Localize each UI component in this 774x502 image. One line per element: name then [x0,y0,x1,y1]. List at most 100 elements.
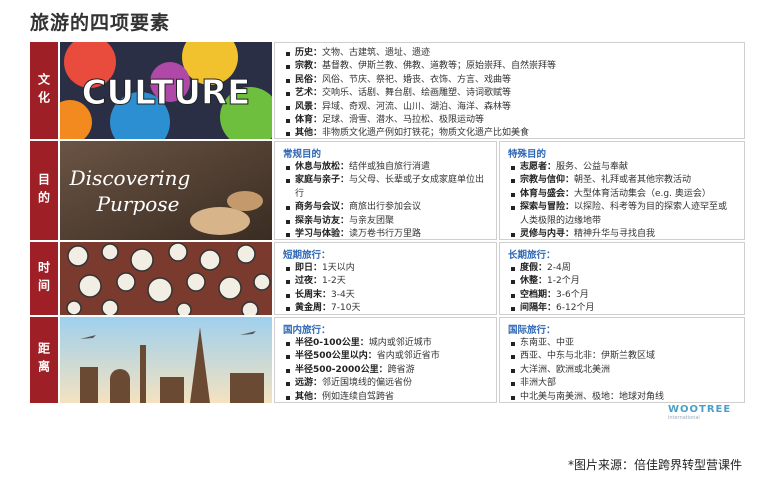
item-key: 商务与会议： [295,202,350,213]
item-value: 朝圣、礼拜或者其他宗教活动 [574,175,692,186]
item-key: 历史： [295,48,323,58]
item-key: 度假： [520,263,548,273]
list-item: 间隔年：6-12个月 [511,302,736,315]
list-item: 家庭与亲子：与父母、长辈或子女成家庭单位出行 [286,174,488,201]
list-item: 半径500-2000公里：跨省游 [286,364,488,377]
row-label-purpose: 目的 [30,141,58,240]
item-key: 半径500-2000公里： [295,364,388,375]
item-key: 过夜： [295,276,323,287]
list-item: 历史：文物、古建筑、遗址、遗迹 [286,47,736,60]
list-item: 黄金周：7-10天 [286,302,488,315]
item-value: 大型体育活动集会（e.g. 奥运会） [574,188,711,199]
list-item: 风景：异域、奇观、河流、山川、湖泊、海洋、森林等 [286,101,736,114]
list-item: 其他：非物质文化遗产例如打铁花；物质文化遗产比如美食 [286,127,736,140]
purpose-left-title: 常规目的 [283,149,322,160]
item-value: 1-2个月 [547,276,580,287]
list-item: 探亲与访友：与亲友团聚 [286,215,488,228]
list-item: 空档期：3-6个月 [511,289,736,302]
list-item: 即日：1天以内 [286,262,488,275]
list-item: 体育：足球、滑雪、潜水、马拉松、极限运动等 [286,114,736,127]
item-key: 灵修与内寻： [520,229,575,240]
page-title: 旅游的四项要素 [30,12,171,34]
item-value: 非洲大部 [520,378,557,389]
item-value: 风俗、节庆、祭祀、婚丧、衣饰、方言、戏曲等 [322,74,512,85]
item-key: 半径0-100公里： [295,338,369,348]
item-key: 其他： [295,391,323,402]
time-left-list: 即日：1天以内 过夜：1-2天 长周末：3-4天 黄金周：7-10天 [283,262,488,316]
item-key: 探亲与访友： [295,215,350,226]
list-item: 宗教与信仰：朝圣、礼拜或者其他宗教活动 [511,174,736,187]
distance-photo [60,317,272,403]
item-value: 邻近国境线的偏远省份 [322,378,413,389]
logo-sub: international [668,415,700,421]
item-key: 风景： [295,101,323,112]
purpose-left-box: 常规目的 休息与放松：结伴或独自旅行消遣 家庭与亲子：与父母、长辈或子女成家庭单位… [274,141,497,240]
list-item: 探索与冒险：以探险、科考等为目的探索人迹罕至或人类极限的边缘地带 [511,201,736,228]
item-value: 7-10天 [331,303,361,314]
row-distance: 距离 国内旅行： 半径0-100公里：城内或邻近城市半径500公里以内：省内或 [30,317,745,403]
list-item: 民俗：风俗、节庆、祭祀、婚丧、衣饰、方言、戏曲等 [286,74,736,87]
row-culture: 文化 CULTURE 历史：文物、古建筑、遗址、遗迹 宗教：基督教、伊斯兰教、佛教… [30,42,745,139]
list-item: 度假：2-4周 [511,262,736,275]
distance-left-title: 国内旅行： [283,325,331,336]
culture-photo: CULTURE [60,42,272,139]
list-item: 灵修与内寻：精神升华与寻找自我 [511,228,736,241]
item-key: 学习与体验： [295,229,350,240]
row-time: 时间 短期旅行： 即日：1天以内 过夜：1-2天 长周末：3-4天 黄金周：7-10天… [30,242,745,315]
culture-word: CULTURE [82,73,251,113]
list-item: 西亚、中东与北非：伊斯兰教区域 [511,350,736,363]
item-value: 1天以内 [322,263,355,273]
time-right-list: 度假：2-4周 休整：1-2个月 空档期：3-6个月 间隔年：6-12个月 [508,262,736,316]
wootree-logo: WOOTREE international [668,404,731,421]
list-item: 宗教：基督教、伊斯兰教、佛教、道教等；原始崇拜、自然崇拜等 [286,60,736,73]
distance-left-list: 半径0-100公里：城内或邻近城市半径500公里以内：省内或邻近省市 半径500-… [283,337,488,404]
list-item: 长周末：3-4天 [286,289,488,302]
distance-right-list: 东南亚、中亚 西亚、中东与北非：伊斯兰教区域 大洋洲、欧洲或北美洲 非洲大部 中北美与南… [508,337,736,404]
list-item: 学习与体验：读万卷书行万里路 [286,228,488,241]
list-item: 商务与会议：商旅出行参加会议 [286,201,488,214]
item-value: 足球、滑雪、潜水、马拉松、极限运动等 [322,115,485,126]
list-item: 休息与放松：结伴或独自旅行消遣 [286,161,488,174]
purpose-left-list: 休息与放松：结伴或独自旅行消遣 家庭与亲子：与父母、长辈或子女成家庭单位出行 商务与… [283,161,488,241]
item-key: 艺术： [295,88,323,99]
item-key: 空档期： [520,289,557,300]
item-key: 长周末： [295,289,332,300]
distance-right-title: 国际旅行： [508,325,556,336]
item-value: 异域、奇观、河流、山川、湖泊、海洋、森林等 [322,101,512,112]
item-value: 省内或邻近省市 [376,351,440,362]
culture-list: 历史：文物、古建筑、遗址、遗迹 宗教：基督教、伊斯兰教、佛教、道教等；原始崇拜、自… [283,47,736,141]
list-item: 志愿者：服务、公益与奉献 [511,161,736,174]
item-value: 结伴或独自旅行消遣 [349,162,431,172]
list-item: 休整：1-2个月 [511,275,736,288]
item-key: 黄金周： [295,303,332,314]
logo-name: WOOTREE [668,404,732,415]
item-value: 城内或邻近城市 [368,338,432,348]
purpose-right-title: 特殊目的 [508,149,547,160]
list-item: 非洲大部 [511,377,736,390]
item-value: 与亲友团聚 [349,215,395,226]
item-value: 文物、古建筑、遗址、遗迹 [322,48,431,58]
item-key: 即日： [295,263,323,273]
item-key: 探索与冒险： [520,202,575,213]
item-value: 服务、公益与奉献 [556,162,629,172]
culture-box: 历史：文物、古建筑、遗址、遗迹 宗教：基督教、伊斯兰教、佛教、道教等；原始崇拜、自… [274,42,745,139]
list-item: 远游：邻近国境线的偏远省份 [286,377,488,390]
time-left-box: 短期旅行： 即日：1天以内 过夜：1-2天 长周末：3-4天 黄金周：7-10天 [274,242,497,315]
time-photo [60,242,272,315]
row-label-distance: 距离 [30,317,58,403]
item-value: 西亚、中东与北非：伊斯兰教区域 [520,351,656,362]
item-value: 1-2天 [322,276,346,287]
purpose-right-box: 特殊目的 志愿者：服务、公益与奉献 宗教与信仰：朝圣、礼拜或者其他宗教活动 体育与盛… [499,141,745,240]
item-value: 跨省游 [387,364,415,375]
list-item: 半径500公里以内：省内或邻近省市 [286,350,488,363]
item-key: 宗教与信仰： [520,175,575,186]
item-key: 民俗： [295,74,323,85]
item-key: 休整： [520,276,548,287]
row-label-time: 时间 [30,242,58,315]
item-key: 其他： [295,128,323,139]
item-value: 例如连续自驾跨省 [322,391,395,402]
row-label-culture: 文化 [30,42,58,139]
time-left-title: 短期旅行： [283,250,331,261]
item-value: 3-4天 [331,289,355,300]
list-item: 中北美与南美洲、极地：地球对角线 [511,391,736,404]
